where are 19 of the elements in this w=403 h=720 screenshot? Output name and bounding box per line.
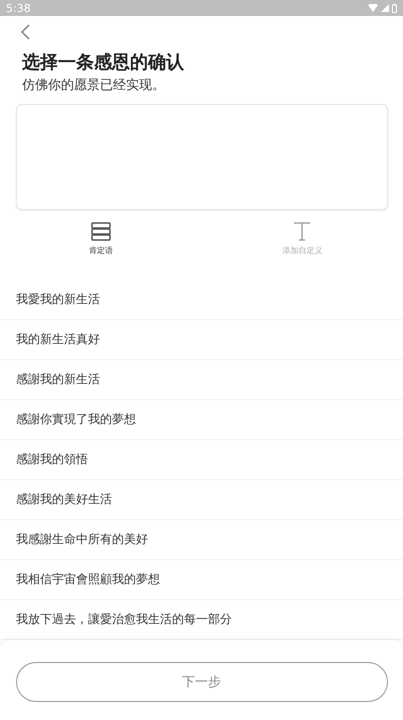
affirmation-item[interactable]: 感謝我的新生活: [0, 360, 403, 400]
affirmation-item[interactable]: 我的新生活真好: [0, 320, 403, 360]
affirmation-item[interactable]: 我愛我的新生活: [0, 280, 403, 320]
signal-icon: [381, 4, 389, 12]
wifi-icon: [368, 4, 378, 12]
back-icon: [20, 24, 30, 40]
input-field[interactable]: [16, 104, 388, 210]
list-icon: [90, 222, 111, 241]
affirmation-item[interactable]: 我感謝生命中所有的美好: [0, 520, 403, 560]
affirmation-item[interactable]: 感謝我的領悟: [0, 440, 403, 480]
affirmation-item[interactable]: 感謝你實現了我的夢想: [0, 400, 403, 440]
tab[interactable]: 肯定语: [0, 222, 202, 262]
page-subtitle: 仿佛你的愿景已经实现。: [22, 77, 166, 94]
affirmation-item[interactable]: 感謝我的美好生活: [0, 480, 403, 520]
battery-icon: [392, 4, 397, 12]
affirmation-item[interactable]: 我相信宇宙會照顧我的夢想: [0, 560, 403, 600]
page-title: 选择一条感恩的确认: [22, 51, 185, 74]
text-icon: [293, 222, 312, 241]
status-time: 5:38: [6, 2, 31, 14]
